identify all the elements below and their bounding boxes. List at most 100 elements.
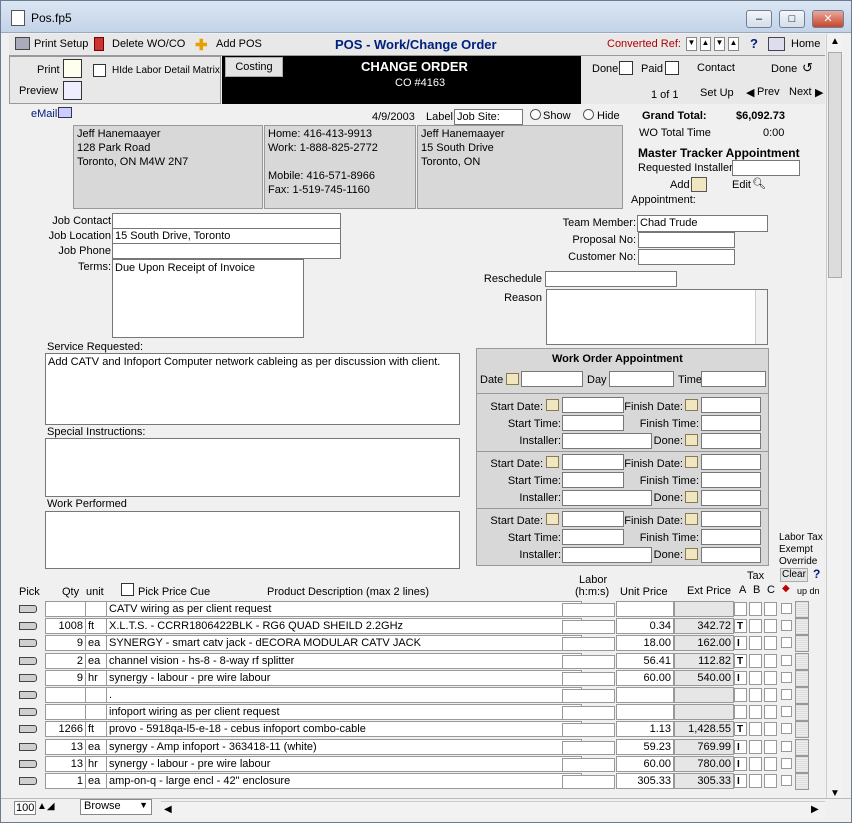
pick-arrow-icon[interactable] (19, 759, 37, 768)
pick-arrow-icon[interactable] (19, 605, 37, 613)
appt-time-field[interactable] (701, 371, 766, 387)
tax-b-cell[interactable] (749, 653, 762, 668)
unit-cell[interactable]: ft (85, 618, 107, 635)
tax-b-cell[interactable] (749, 619, 762, 634)
up-dn-cell[interactable] (795, 601, 809, 618)
unit-price-cell[interactable]: 59.23 (616, 738, 674, 755)
unit-cell[interactable] (85, 601, 107, 617)
up-dn-cell[interactable] (795, 687, 809, 704)
plus-icon[interactable]: ✚ (195, 36, 208, 54)
description-cell[interactable]: SYNERGY - smart catv jack - dECORA MODUL… (106, 635, 582, 652)
first-icon[interactable]: ▼ (714, 37, 725, 51)
start-time-field[interactable] (562, 415, 624, 431)
calendar-icon[interactable] (546, 399, 559, 411)
done-field[interactable] (701, 490, 761, 506)
unit-price-cell[interactable]: 18.00 (616, 635, 674, 652)
contact-button[interactable]: Contact (697, 62, 735, 74)
tax-a-cell[interactable]: T (734, 619, 747, 634)
labor-cell[interactable] (562, 654, 615, 669)
labor-tax-override-checkbox[interactable] (781, 723, 792, 735)
print-icon[interactable] (63, 59, 82, 78)
customer-no-field[interactable] (638, 249, 735, 265)
labor-cell[interactable] (562, 723, 615, 738)
tax-c-cell[interactable] (764, 636, 777, 651)
finish-date-field[interactable] (701, 397, 761, 413)
print-setup-button[interactable]: Print Setup (34, 38, 88, 50)
clear-button[interactable]: Clear (780, 568, 808, 582)
label-field[interactable]: Job Site: (454, 109, 523, 125)
reason-scrollbar[interactable] (755, 290, 767, 344)
start-time-field[interactable] (562, 529, 624, 545)
tax-a-cell[interactable] (734, 602, 747, 616)
description-cell[interactable]: X.L.T.S. - CCRR1806422BLK - RG6 QUAD SHE… (106, 618, 582, 635)
tax-b-cell[interactable] (749, 602, 762, 616)
labor-tax-override-checkbox[interactable] (781, 740, 792, 752)
tax-c-cell[interactable] (764, 602, 777, 616)
prev-button[interactable]: Prev (757, 86, 780, 98)
up-icon[interactable]: ▲ (700, 37, 711, 51)
qty-cell[interactable] (45, 687, 86, 703)
zoom-icon[interactable]: ▲◢ (37, 801, 55, 812)
tax-a-cell[interactable] (734, 705, 747, 720)
start-date-field[interactable] (562, 397, 624, 413)
job-phone-field[interactable] (112, 243, 341, 259)
installer-field[interactable] (562, 433, 652, 449)
labor-cell[interactable] (562, 637, 615, 652)
description-cell[interactable]: synergy - labour - pre wire labour (106, 669, 582, 686)
labor-cell[interactable] (562, 620, 615, 635)
hide-radio[interactable] (583, 109, 594, 120)
tax-b-cell[interactable] (749, 739, 762, 754)
done-button-2[interactable]: Done (771, 63, 797, 75)
tax-a-cell[interactable]: T (734, 722, 747, 737)
unit-price-cell[interactable]: 1.13 (616, 721, 674, 738)
reason-field[interactable] (546, 289, 768, 345)
labor-cell[interactable] (562, 740, 615, 755)
done-button-1[interactable]: Done (592, 63, 618, 75)
labor-cell[interactable] (562, 603, 615, 617)
pick-arrow-icon[interactable] (19, 708, 37, 717)
labor-tax-override-checkbox[interactable] (781, 603, 792, 614)
installer-field[interactable] (562, 547, 652, 563)
tax-b-cell[interactable] (749, 722, 762, 737)
pick-arrow-icon[interactable] (19, 639, 37, 648)
description-cell[interactable]: provo - 5918qa-l5-e-18 - cebus infoport … (106, 721, 582, 738)
labor-tax-override-checkbox[interactable] (781, 689, 792, 700)
finish-date-field[interactable] (701, 454, 761, 470)
terms-field[interactable]: Due Upon Receipt of Invoice (112, 259, 304, 338)
up-dn-cell[interactable] (795, 652, 809, 670)
description-cell[interactable]: amp-on-q - large encl - 42" enclosure (106, 773, 582, 789)
vertical-scrollbar[interactable]: ▲ ▼ (826, 34, 843, 804)
pick-price-cue-checkbox[interactable] (121, 583, 134, 596)
home-button[interactable]: Home (791, 38, 820, 50)
work-performed-field[interactable] (45, 511, 460, 569)
start-date-field[interactable] (562, 454, 624, 470)
tax-c-cell[interactable] (764, 705, 777, 720)
qty-cell[interactable]: 1266 (45, 721, 86, 738)
qty-cell[interactable]: 2 (45, 652, 86, 669)
trash-icon[interactable] (94, 37, 104, 51)
tax-b-cell[interactable] (749, 774, 762, 788)
add-pos-button[interactable]: Add POS (216, 38, 262, 50)
scroll-left-icon[interactable]: ◀ (164, 804, 172, 815)
next-button[interactable]: Next (789, 86, 812, 98)
done-field[interactable] (701, 433, 761, 449)
tax-a-cell[interactable]: I (734, 670, 747, 685)
service-requested-field[interactable]: Add CATV and Infoport Computer network c… (45, 353, 460, 425)
close-button[interactable]: ✕ (812, 10, 844, 28)
email-icon[interactable] (58, 107, 72, 118)
up-dn-cell[interactable] (795, 635, 809, 653)
tax-b-cell[interactable] (749, 670, 762, 685)
zoom-level[interactable]: 100 (14, 801, 37, 815)
help-icon[interactable]: ? (750, 36, 758, 51)
up-dn-cell[interactable] (795, 721, 809, 739)
description-cell[interactable]: synergy - Amp infoport - 363418-11 (whit… (106, 738, 582, 755)
calendar-icon[interactable] (546, 456, 559, 468)
up-dn-cell[interactable] (795, 669, 809, 687)
tax-c-cell[interactable] (764, 739, 777, 754)
unit-price-cell[interactable]: 56.41 (616, 652, 674, 669)
qty-cell[interactable]: 1 (45, 773, 86, 789)
qty-cell[interactable] (45, 704, 86, 721)
tax-a-cell[interactable]: T (734, 653, 747, 668)
horizontal-scrollbar[interactable]: ◀ ▶ (161, 801, 825, 818)
job-contact-field[interactable] (112, 213, 341, 229)
